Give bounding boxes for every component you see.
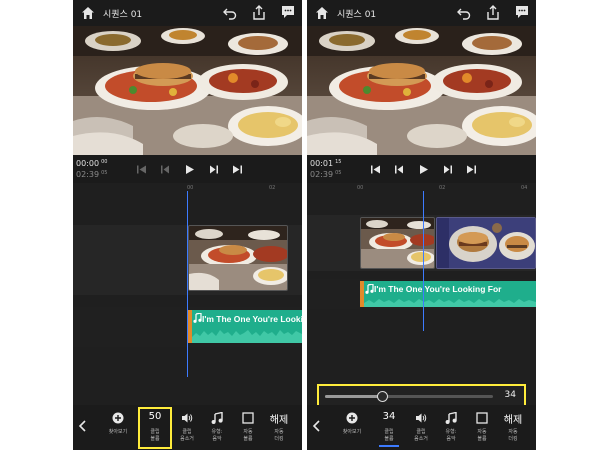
play-icon[interactable] <box>184 164 195 175</box>
auto-ducking-value: 해제 <box>269 415 289 426</box>
timeline[interactable]: 00 02 I'm The One You're Looking For <box>73 183 302 405</box>
auto-ducking-tool[interactable]: 해제 자동 더킹 <box>264 409 294 447</box>
sequence-title: 시퀀스 01 <box>337 10 377 20</box>
music-note-icon <box>445 412 457 424</box>
audio-clip-title: I'm The One You're Looking For <box>202 314 302 324</box>
home-icon[interactable] <box>315 6 329 20</box>
app-screen-right: 시퀀스 01 00:01 15 02:39 05 00 02 04 I'm Th… <box>307 0 536 450</box>
video-clip-thumbnail[interactable] <box>188 225 288 291</box>
back-arrow-icon[interactable] <box>78 420 88 432</box>
music-note-icon <box>365 284 374 294</box>
total-timecode: 02:39 05 <box>310 170 342 179</box>
skip-to-start-icon[interactable] <box>136 164 147 175</box>
clip-volume-value: 50 <box>148 411 162 422</box>
skip-to-end-icon[interactable] <box>232 164 243 175</box>
clip-volume-slider[interactable]: 34 <box>317 384 526 407</box>
app-screen-left: 시퀀스 01 00:00 00 02:39 05 00 02 I'm The O… <box>73 0 302 450</box>
type-music-tool[interactable]: 유형: 음악 <box>202 409 232 447</box>
food-photo <box>73 26 302 155</box>
checkbox-icon <box>242 412 254 424</box>
ruler-label: 00 <box>357 185 364 191</box>
tool-label: 유형: 음악 <box>211 429 223 442</box>
ruler-label: 02 <box>269 185 276 191</box>
speaker-icon <box>416 413 427 423</box>
tool-label: 찾아보기 <box>342 429 362 435</box>
clip-volume-tool[interactable]: 50 클립 볼륨 <box>138 407 172 449</box>
skip-to-start-icon[interactable] <box>370 164 381 175</box>
checkbox-icon <box>476 412 488 424</box>
previous-frame-icon[interactable] <box>394 164 405 175</box>
clip-volume-tool[interactable]: 34 클립 볼륨 <box>374 409 404 447</box>
type-music-tool[interactable]: 유형: 음악 <box>436 409 466 447</box>
auto-volume-tool[interactable]: 자동 볼륨 <box>233 409 263 447</box>
video-preview[interactable] <box>307 26 536 155</box>
plus-circle-icon <box>112 412 124 424</box>
current-timecode: 00:00 00 <box>76 159 108 168</box>
tool-label: 유형: 음악 <box>445 429 457 442</box>
auto-volume-tool[interactable]: 자동 볼륨 <box>467 409 497 447</box>
music-note-icon <box>211 412 223 424</box>
comment-icon[interactable] <box>281 5 295 19</box>
previous-frame-icon[interactable] <box>160 164 171 175</box>
tool-label: 자동 더킹 <box>274 429 284 442</box>
transport-bar: 00:00 00 02:39 05 <box>73 155 302 183</box>
slider-value: 34 <box>504 390 516 400</box>
skip-to-end-icon[interactable] <box>466 164 477 175</box>
ruler-label: 02 <box>439 185 446 191</box>
auto-ducking-value: 해제 <box>503 415 523 426</box>
audio-toolbar: 찾아보기 34 클립 볼륨 클립 음소거 유형: 음악 자동 볼륨 해제 자동 … <box>307 405 536 450</box>
comment-icon[interactable] <box>515 5 529 19</box>
tool-label: 자동 더킹 <box>508 429 518 442</box>
home-icon[interactable] <box>81 6 95 20</box>
top-bar: 시퀀스 01 <box>307 0 536 26</box>
audio-clip[interactable]: I'm The One You're Looking For <box>188 310 302 343</box>
slider-track[interactable] <box>325 395 493 398</box>
tool-label: 자동 볼륨 <box>243 429 253 442</box>
audio-waveform <box>364 299 536 307</box>
food-photo <box>307 26 536 155</box>
browse-tool[interactable]: 찾아보기 <box>337 409 367 447</box>
share-icon[interactable] <box>486 5 500 20</box>
ruler-label: 04 <box>521 185 528 191</box>
tool-label: 클립 볼륨 <box>384 429 394 442</box>
next-frame-icon[interactable] <box>208 164 219 175</box>
tool-label: 클립 볼륨 <box>150 429 160 442</box>
undo-icon[interactable] <box>457 6 471 20</box>
audio-waveform <box>192 330 302 343</box>
clip-mute-tool[interactable]: 클립 음소거 <box>406 409 436 447</box>
video-clip-thumbnail-burger[interactable] <box>436 217 536 269</box>
play-icon[interactable] <box>418 164 429 175</box>
transport-bar: 00:01 15 02:39 05 <box>307 155 536 183</box>
top-bar: 시퀀스 01 <box>73 0 302 26</box>
music-note-icon <box>193 313 202 323</box>
share-icon[interactable] <box>252 5 266 20</box>
audio-toolbar: 찾아보기 50 클립 볼륨 클립 음소거 유형: 음악 자동 볼륨 해제 자동 … <box>73 405 302 450</box>
audio-clip-title: I'm The One You're Looking For <box>374 284 502 294</box>
auto-ducking-tool[interactable]: 해제 자동 더킹 <box>498 409 528 447</box>
browse-tool[interactable]: 찾아보기 <box>103 409 133 447</box>
clip-volume-value: 34 <box>382 411 396 422</box>
total-timecode: 02:39 05 <box>76 170 108 179</box>
slider-thumb[interactable] <box>376 391 388 402</box>
playhead[interactable] <box>187 191 188 377</box>
slider-fill <box>325 395 383 398</box>
plus-circle-icon <box>346 412 358 424</box>
tool-label: 클립 음소거 <box>414 429 428 442</box>
sequence-title: 시퀀스 01 <box>103 10 143 20</box>
tool-label: 찾아보기 <box>108 429 128 435</box>
clip-mute-tool[interactable]: 클립 음소거 <box>172 409 202 447</box>
back-arrow-icon[interactable] <box>312 420 322 432</box>
undo-icon[interactable] <box>223 6 237 20</box>
tool-label: 자동 볼륨 <box>477 429 487 442</box>
video-preview[interactable] <box>73 26 302 155</box>
audio-clip[interactable]: I'm The One You're Looking For <box>360 281 536 307</box>
timeline[interactable]: 00 02 04 I'm The One You're Looking For <box>307 183 536 405</box>
next-frame-icon[interactable] <box>442 164 453 175</box>
tool-label: 클립 음소거 <box>180 429 194 442</box>
current-timecode: 00:01 15 <box>310 159 342 168</box>
speaker-icon <box>182 413 193 423</box>
playhead[interactable] <box>423 191 424 331</box>
active-tab-indicator <box>379 445 399 447</box>
